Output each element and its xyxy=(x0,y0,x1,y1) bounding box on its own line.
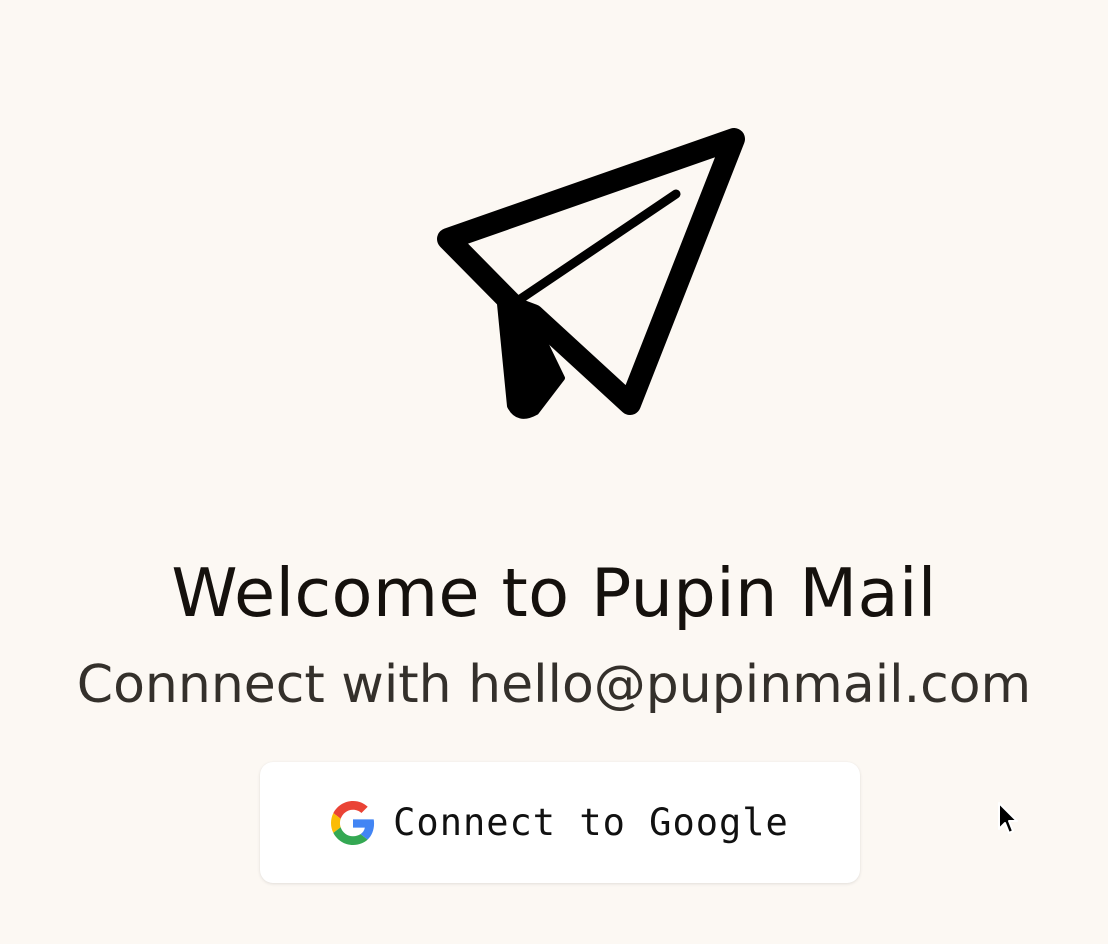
paper-plane-icon xyxy=(434,126,754,426)
mouse-pointer-icon xyxy=(997,801,1019,837)
connect-email-subtitle: Connnect with hello@pupinmail.com xyxy=(76,655,1032,715)
connect-to-google-button[interactable]: Connect to Google xyxy=(260,762,860,883)
google-icon xyxy=(331,800,375,845)
welcome-title: Welcome to Pupin Mail xyxy=(171,554,937,632)
connect-button-label: Connect to Google xyxy=(393,801,789,844)
